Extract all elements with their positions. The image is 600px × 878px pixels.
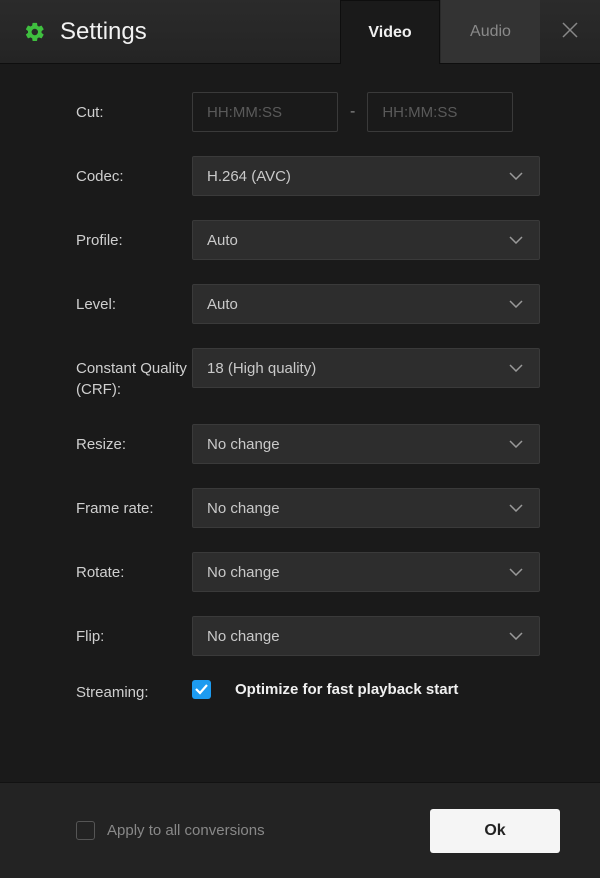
close-button[interactable] [558, 18, 582, 42]
label-codec: Codec: [76, 156, 192, 187]
codec-value: H.264 (AVC) [207, 168, 291, 185]
chevron-down-icon [509, 300, 523, 308]
gear-icon [24, 21, 46, 43]
label-level: Level: [76, 284, 192, 315]
row-codec: Codec: H.264 (AVC) [76, 156, 540, 196]
row-framerate: Frame rate: No change [76, 488, 540, 528]
codec-select[interactable]: H.264 (AVC) [192, 156, 540, 196]
streaming-label: Optimize for fast playback start [235, 681, 458, 698]
resize-select[interactable]: No change [192, 424, 540, 464]
close-icon [561, 21, 579, 39]
tab-video[interactable]: Video [340, 0, 440, 64]
label-cut: Cut: [76, 92, 192, 123]
label-resize: Resize: [76, 424, 192, 455]
chevron-down-icon [509, 568, 523, 576]
cut-start-input[interactable] [192, 92, 338, 132]
label-streaming: Streaming: [76, 680, 192, 703]
row-cut: Cut: - [76, 92, 540, 132]
tab-audio[interactable]: Audio [440, 0, 540, 63]
chevron-down-icon [509, 632, 523, 640]
footer: Apply to all conversions Ok [0, 782, 600, 878]
profile-select[interactable]: Auto [192, 220, 540, 260]
ok-button[interactable]: Ok [430, 809, 560, 853]
row-flip: Flip: No change [76, 616, 540, 656]
flip-value: No change [207, 628, 280, 645]
chevron-down-icon [509, 364, 523, 372]
tabs: Video Audio [340, 0, 540, 63]
crf-value: 18 (High quality) [207, 360, 316, 377]
row-profile: Profile: Auto [76, 220, 540, 260]
cut-dash: - [350, 103, 355, 121]
row-streaming: Streaming: Optimize for fast playback st… [76, 680, 540, 703]
label-crf: Constant Quality (CRF): [76, 348, 192, 400]
flip-select[interactable]: No change [192, 616, 540, 656]
row-rotate: Rotate: No change [76, 552, 540, 592]
header: Settings Video Audio [0, 0, 600, 64]
page-title: Settings [60, 18, 340, 46]
label-rotate: Rotate: [76, 552, 192, 583]
label-profile: Profile: [76, 220, 192, 251]
rotate-value: No change [207, 564, 280, 581]
rotate-select[interactable]: No change [192, 552, 540, 592]
streaming-checkbox[interactable] [192, 680, 211, 699]
resize-value: No change [207, 436, 280, 453]
check-icon [195, 684, 208, 695]
crf-select[interactable]: 18 (High quality) [192, 348, 540, 388]
framerate-select[interactable]: No change [192, 488, 540, 528]
label-flip: Flip: [76, 616, 192, 647]
row-crf: Constant Quality (CRF): 18 (High quality… [76, 348, 540, 400]
row-level: Level: Auto [76, 284, 540, 324]
apply-all-label: Apply to all conversions [107, 822, 265, 839]
label-framerate: Frame rate: [76, 488, 192, 519]
chevron-down-icon [509, 236, 523, 244]
row-resize: Resize: No change [76, 424, 540, 464]
framerate-value: No change [207, 500, 280, 517]
level-value: Auto [207, 296, 238, 313]
cut-end-input[interactable] [367, 92, 513, 132]
level-select[interactable]: Auto [192, 284, 540, 324]
apply-all-checkbox[interactable] [76, 821, 95, 840]
chevron-down-icon [509, 440, 523, 448]
chevron-down-icon [509, 504, 523, 512]
apply-wrap: Apply to all conversions [76, 821, 430, 840]
chevron-down-icon [509, 172, 523, 180]
settings-form: Cut: - Codec: H.264 (AVC) Profile: Auto … [0, 64, 600, 747]
profile-value: Auto [207, 232, 238, 249]
